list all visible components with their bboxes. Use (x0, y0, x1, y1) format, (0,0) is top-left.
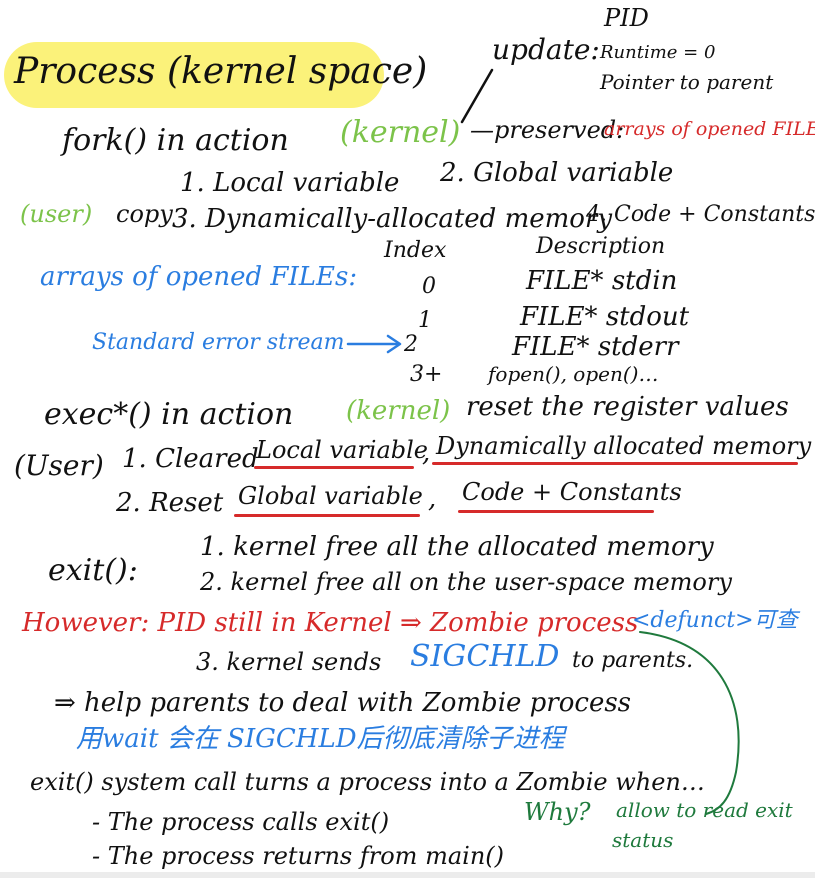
fork-item-local: 1. Local variable (180, 168, 400, 198)
exec-step1-b-underline (432, 462, 798, 465)
exit-step3-signal: SIGCHLD (410, 639, 560, 674)
files-index-1: 1 (418, 308, 432, 333)
exec-step1-a: Local variable (256, 436, 429, 464)
exit-zombie-line: exit() system call turns a process into … (30, 768, 705, 796)
exit-label: exit(): (48, 553, 138, 588)
exec-step2-b: Code + Constants (462, 478, 682, 506)
exec-line: exec*() in action (44, 397, 294, 432)
files-desc-1: FILE* stdout (520, 302, 690, 332)
update-label: update: (492, 33, 600, 66)
exec-step1-a-underline (254, 466, 414, 469)
files-title: arrays of opened FILEs: (40, 262, 358, 292)
fork-item-dynamic: 3. Dynamically-allocated memory (172, 204, 613, 234)
exec-rest: reset the register values (466, 392, 789, 422)
update-item-pointer: Pointer to parent (600, 70, 774, 94)
files-desc-0: FILE* stdin (526, 266, 678, 296)
exit-help: ⇒ help parents to deal with Zombie proce… (54, 688, 632, 718)
exec-step1-b: Dynamically allocated memory (436, 432, 812, 460)
fork-preserved-what: arrays of opened FILE (604, 118, 815, 140)
files-desc-3: fopen(), open()… (488, 362, 659, 386)
exit-step3-prefix: 3. kernel sends (196, 648, 382, 676)
exit-step2: 2. kernel free all on the user-space mem… (200, 568, 732, 596)
bottom-edge-shade (0, 872, 815, 878)
files-index-2: 2 (404, 332, 418, 357)
files-index-0: 0 (422, 274, 436, 299)
exit-however: However: PID still in Kernel ⇒ Zombie pr… (22, 608, 639, 638)
page-title: Process (kernel space) (14, 51, 428, 92)
fork-item-global: 2. Global variable (440, 158, 674, 188)
exit-why-note-2: status (612, 828, 674, 852)
exit-bullet-2: - The process returns from main() (92, 842, 504, 870)
exit-wait-note: 用wait 会在 SIGCHLD后彻底清除子进程 (76, 724, 565, 754)
exit-step1: 1. kernel free all the allocated memory (200, 532, 714, 562)
fork-copy-label: copy (116, 200, 173, 228)
fork-line: fork() in action (62, 123, 289, 158)
update-item-pid: PID (604, 4, 649, 32)
exit-step3-suffix: to parents. (572, 648, 694, 673)
update-item-runtime: Runtime = 0 (600, 42, 716, 63)
exit-why: Why? (524, 798, 591, 826)
exit-bullet-1: - The process calls exit() (92, 808, 390, 836)
exec-user-tag: (User) (14, 449, 104, 482)
exec-step2-sep: , (428, 484, 437, 514)
exec-step2-a: Global variable (238, 482, 423, 510)
files-stderr-note: Standard error stream (92, 330, 345, 355)
fork-item-code: 4. Code + Constants (586, 202, 815, 227)
files-index-3: 3+ (410, 362, 443, 387)
exec-step2-prefix: 2. Reset (116, 488, 224, 518)
exec-step2-a-underline (234, 514, 420, 517)
files-index-header: Index (384, 238, 447, 263)
exit-defunct: <defunct>可查 (632, 608, 798, 633)
fork-kernel-tag: (kernel) (340, 115, 461, 150)
files-desc-header: Description (536, 234, 666, 259)
exec-step1-sep: , (422, 438, 431, 468)
exec-kernel-tag: (kernel) (346, 396, 451, 426)
exit-why-note-1: allow to read exit (616, 798, 793, 822)
update-pointer-stroke (460, 68, 494, 124)
exec-step1-prefix: 1. Cleared (122, 444, 259, 474)
files-desc-2: FILE* stderr (512, 332, 679, 362)
fork-preserved-label: —preserved: (470, 116, 625, 144)
exec-step2-b-underline (458, 510, 654, 513)
fork-user-tag: (user) (20, 200, 93, 228)
